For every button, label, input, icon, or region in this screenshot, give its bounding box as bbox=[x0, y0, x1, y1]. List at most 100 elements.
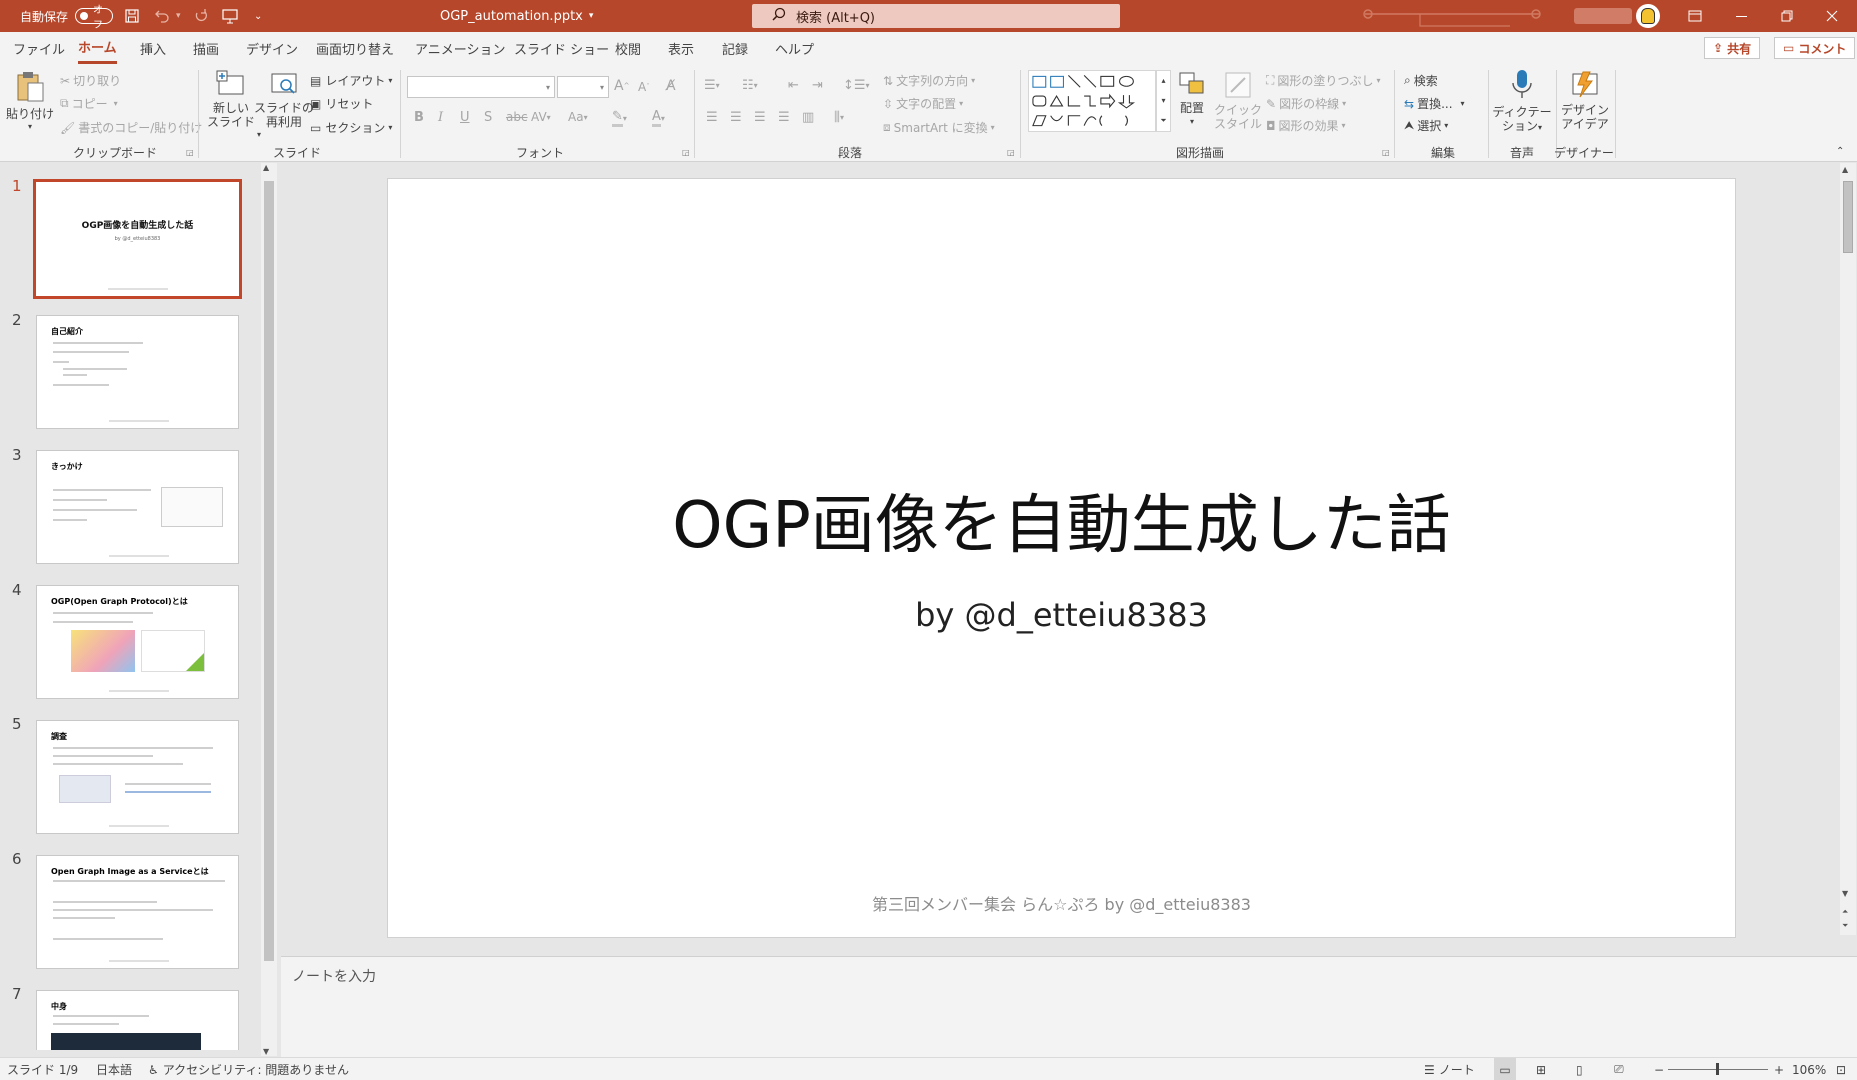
tab-home[interactable]: ホーム bbox=[78, 32, 117, 64]
copy-button[interactable]: ⧉ コピー ▾ bbox=[60, 95, 118, 112]
redo-icon[interactable] bbox=[193, 0, 209, 32]
tab-view[interactable]: 表示 bbox=[668, 32, 694, 64]
align-right-icon[interactable]: ☰ bbox=[754, 110, 766, 125]
arrange-button[interactable]: 配置 ▾ bbox=[1172, 70, 1212, 140]
slide-thumbnail-7[interactable]: 中身 bbox=[36, 990, 239, 1050]
drawing-launcher-icon[interactable]: ◲ bbox=[1382, 148, 1390, 157]
tab-slideshow[interactable]: スライド ショー bbox=[514, 32, 609, 64]
search-box[interactable]: 検索 (Alt+Q) bbox=[752, 4, 1120, 28]
account-name-blurred[interactable] bbox=[1574, 0, 1632, 32]
notes-pane[interactable]: ノートを入力 bbox=[281, 956, 1857, 1057]
slide-thumbnail-6[interactable]: Open Graph Image as a Serviceとは bbox=[36, 855, 239, 969]
new-slide-button[interactable]: 新しい スライド bbox=[205, 70, 257, 140]
align-left-icon[interactable]: ☰ bbox=[706, 110, 718, 125]
shape-outline-button[interactable]: ✎ 図形の枠線 ▾ bbox=[1266, 95, 1346, 112]
find-button[interactable]: ⌕ 検索 bbox=[1404, 72, 1438, 89]
font-size-select[interactable]: ▾ bbox=[557, 76, 609, 98]
font-color-icon[interactable]: A ▾ bbox=[652, 109, 665, 127]
close-icon[interactable] bbox=[1826, 0, 1838, 32]
shape-fill-button[interactable]: ⛶ 図形の塗りつぶし ▾ bbox=[1266, 72, 1381, 89]
smartart-button[interactable]: ⧈ SmartArt に変換 ▾ bbox=[883, 119, 995, 136]
paragraph-launcher-icon[interactable]: ◲ bbox=[1007, 148, 1015, 157]
tab-file[interactable]: ファイル bbox=[13, 32, 65, 64]
slide-thumbnail-3[interactable]: きっかけ bbox=[36, 450, 239, 564]
notes-placeholder[interactable]: ノートを入力 bbox=[292, 966, 376, 986]
thumbnail-scroll-thumb[interactable] bbox=[264, 181, 274, 961]
tab-review[interactable]: 校閲 bbox=[615, 32, 641, 64]
section-button[interactable]: ▭ セクション ▾ bbox=[310, 119, 392, 136]
undo-icon[interactable] bbox=[154, 0, 170, 32]
increase-indent-icon[interactable]: ⇥ bbox=[812, 78, 823, 93]
decrease-indent-icon[interactable]: ⇤ bbox=[788, 78, 799, 93]
tab-draw[interactable]: 描画 bbox=[193, 32, 219, 64]
fit-to-window-icon[interactable]: ⊡ bbox=[1836, 1058, 1846, 1080]
avatar[interactable] bbox=[1636, 0, 1660, 32]
font-launcher-icon[interactable]: ◲ bbox=[682, 148, 690, 157]
select-button[interactable]: ⮝ 選択 ▾ bbox=[1404, 117, 1448, 134]
change-case-icon[interactable]: Aa ▾ bbox=[568, 110, 588, 124]
tab-help[interactable]: ヘルプ bbox=[775, 32, 814, 64]
reading-view-icon[interactable]: ▯ bbox=[1576, 1058, 1583, 1080]
character-spacing-icon[interactable]: AV ▾ bbox=[531, 110, 551, 124]
zoom-out-icon[interactable]: − bbox=[1654, 1058, 1664, 1080]
zoom-slider[interactable] bbox=[1668, 1058, 1768, 1080]
layout-button[interactable]: ▤ レイアウト ▾ bbox=[310, 72, 392, 89]
tab-design[interactable]: デザイン bbox=[246, 32, 298, 64]
undo-dropdown-icon[interactable]: ▾ bbox=[176, 0, 181, 32]
clipboard-launcher-icon[interactable]: ◲ bbox=[186, 148, 194, 157]
italic-icon[interactable]: I bbox=[438, 110, 443, 125]
decrease-font-size-icon[interactable]: Aˇ bbox=[638, 80, 650, 94]
slide-counter[interactable]: スライド 1/9 bbox=[7, 1058, 78, 1080]
slide-scrollbar[interactable]: ▲ ▼ ⏶ ⏷ bbox=[1840, 163, 1856, 935]
share-button[interactable]: ⇪ 共有 bbox=[1704, 37, 1761, 59]
underline-icon[interactable]: U bbox=[460, 110, 470, 125]
save-icon[interactable] bbox=[124, 0, 140, 32]
bold-icon[interactable]: B bbox=[414, 110, 424, 125]
normal-view-icon[interactable]: ▭ bbox=[1494, 1058, 1516, 1080]
quick-styles-button[interactable]: クイック スタイル bbox=[1214, 70, 1262, 140]
design-ideas-button[interactable]: デザイン アイデア bbox=[1558, 68, 1612, 140]
replace-button[interactable]: ⇆ 置換... ▾ bbox=[1404, 95, 1465, 112]
shapes-gallery-scroll[interactable]: ▴ ▾ ⏷ bbox=[1156, 70, 1171, 132]
shapes-gallery[interactable] bbox=[1028, 70, 1156, 132]
slide-canvas[interactable]: OGP画像を自動生成した話 by @d_etteiu8383 第三回メンバー集会… bbox=[387, 178, 1736, 938]
slide-thumbnail-2[interactable]: 自己紹介 bbox=[36, 315, 239, 429]
distributed-icon[interactable]: ▥ bbox=[802, 110, 814, 125]
slide-sorter-view-icon[interactable]: ⊞ bbox=[1536, 1058, 1546, 1080]
paste-button[interactable]: 貼り付け ▾ bbox=[6, 70, 54, 132]
line-spacing-icon[interactable]: ↕☰ ▾ bbox=[843, 78, 870, 93]
slide-footer[interactable]: 第三回メンバー集会 らん☆ぷろ by @d_etteiu8383 bbox=[388, 891, 1735, 915]
customize-qat-icon[interactable]: ⌄ bbox=[254, 0, 262, 32]
restore-icon[interactable] bbox=[1781, 0, 1793, 32]
zoom-in-icon[interactable]: + bbox=[1774, 1058, 1784, 1080]
thumbnail-scrollbar[interactable]: ▲ ▼ bbox=[261, 163, 277, 1056]
slide-thumbnail-1[interactable]: OGP画像を自動生成した話 by @d_etteiu8383 bbox=[33, 179, 242, 299]
scroll-up-arrow-icon[interactable]: ▲ bbox=[1842, 165, 1848, 174]
language-indicator[interactable]: 日本語 bbox=[96, 1058, 132, 1080]
previous-slide-icon[interactable]: ⏶ bbox=[1842, 907, 1848, 917]
numbering-icon[interactable]: ☷ ▾ bbox=[742, 78, 758, 93]
reset-button[interactable]: ▣ リセット bbox=[310, 95, 373, 112]
reuse-slides-button[interactable]: スライドの 再利用 bbox=[254, 70, 314, 140]
slide-subtitle[interactable]: by @d_etteiu8383 bbox=[388, 596, 1735, 634]
scroll-up-arrow-icon[interactable]: ▲ bbox=[263, 163, 269, 172]
tab-insert[interactable]: 挿入 bbox=[140, 32, 166, 64]
zoom-level[interactable]: 106% bbox=[1792, 1058, 1826, 1080]
justify-icon[interactable]: ☰ bbox=[778, 110, 790, 125]
columns-icon[interactable]: ⫼ ▾ bbox=[834, 110, 844, 125]
tab-animations[interactable]: アニメーション bbox=[415, 32, 505, 64]
align-center-icon[interactable]: ☰ bbox=[730, 110, 742, 125]
shape-effects-button[interactable]: ◘ 図形の効果 ▾ bbox=[1266, 117, 1346, 134]
format-painter-button[interactable]: 🖌 書式のコピー/貼り付け bbox=[60, 119, 202, 136]
minimize-icon[interactable] bbox=[1736, 0, 1747, 32]
font-name-select[interactable]: ▾ bbox=[407, 76, 555, 98]
align-text-button[interactable]: ⇳ 文字の配置 ▾ bbox=[883, 95, 963, 112]
present-from-start-icon[interactable] bbox=[222, 0, 238, 32]
tab-record[interactable]: 記録 bbox=[722, 32, 748, 64]
cut-button[interactable]: ✂ 切り取り bbox=[60, 72, 121, 89]
notes-toggle-button[interactable]: ☰ ノート bbox=[1424, 1058, 1475, 1080]
tab-transitions[interactable]: 画面切り替え bbox=[316, 32, 394, 64]
strikethrough-icon[interactable]: abc bbox=[506, 110, 528, 124]
slide-thumbnail-4[interactable]: OGP(Open Graph Protocol)とは bbox=[36, 585, 239, 699]
bullets-icon[interactable]: ☰ ▾ bbox=[704, 78, 720, 93]
